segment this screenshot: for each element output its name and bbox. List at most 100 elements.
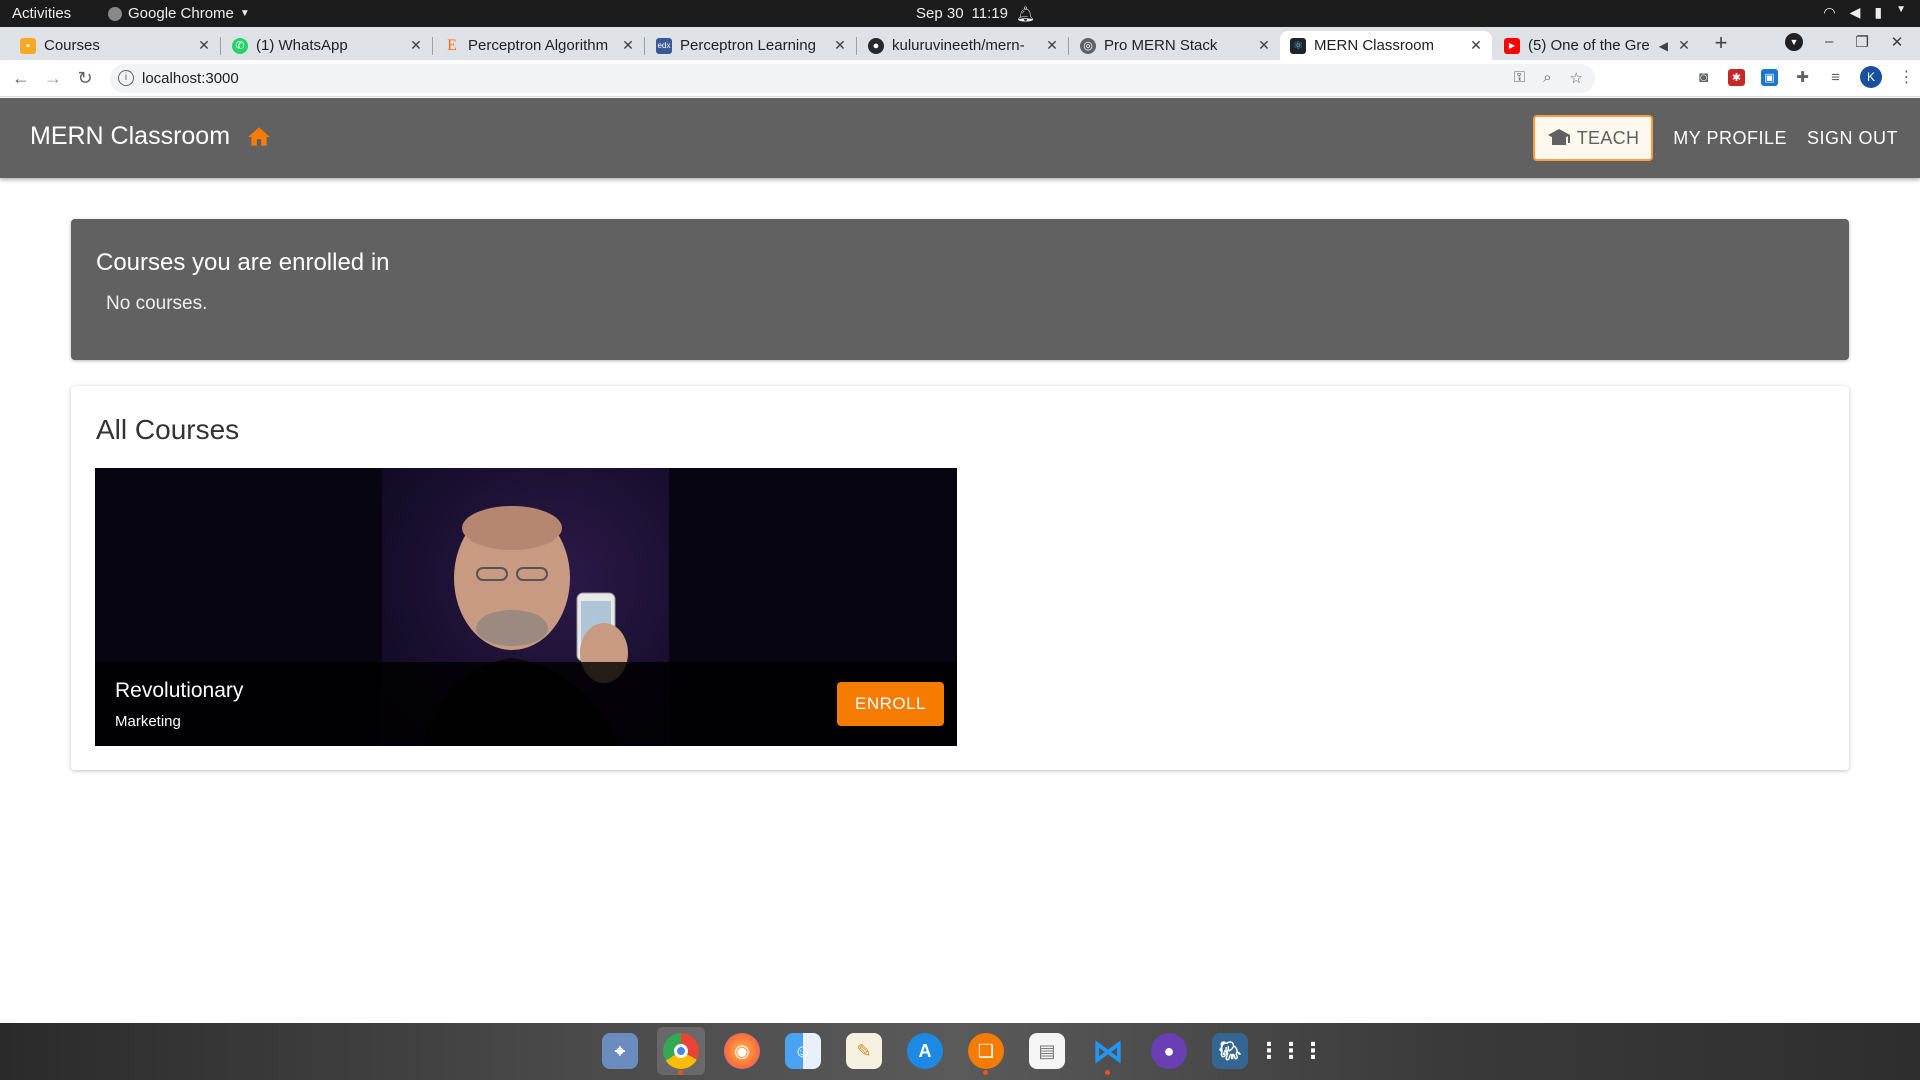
tab-search-icon[interactable]: ▼ (1785, 33, 1803, 51)
speaker-icon[interactable]: ◀︎ (1659, 39, 1668, 53)
school-icon (1547, 129, 1570, 145)
address-bar-url[interactable]: localhost:3000 (142, 70, 239, 87)
reading-list-icon[interactable]: ≡ (1827, 69, 1844, 86)
sign-out-link[interactable]: SIGN OUT (1807, 128, 1898, 149)
app-menu-label: Google Chrome (128, 5, 234, 22)
address-bar[interactable]: i localhost:3000 ⚿ ⌕ ☆ (110, 64, 1595, 93)
tab-title: Perceptron Algorithm (468, 37, 609, 54)
tab-separator (856, 37, 857, 55)
tab-whatsapp[interactable]: ✆ (1) WhatsApp ✕ (222, 31, 433, 60)
whatsapp-favicon: ✆ (232, 37, 248, 54)
back-arrow-icon[interactable]: ← (9, 66, 33, 90)
app-menu[interactable]: Google Chrome ▼ (108, 5, 250, 22)
camera-icon[interactable]: ◙ (1695, 69, 1712, 86)
system-top-bar: Activities Google Chrome ▼ Sep 30 11:19 … (0, 0, 1920, 27)
omnibox-icons: ⚿ ⌕ ☆ (1514, 69, 1583, 87)
tab-mern-classroom[interactable]: ⚛ MERN Classroom ✕ (1280, 31, 1492, 60)
all-courses-card: All Courses Revolutionary Marketing ENRO… (71, 386, 1849, 770)
tab-separator (644, 37, 645, 55)
firefox-icon[interactable]: ◉ (718, 1027, 766, 1075)
battery-icon: ▮ (1874, 4, 1883, 20)
text-editor-icon[interactable]: ▤ (1023, 1027, 1071, 1075)
extensions-area: ◙ ✱ ▣ ✚ ≡ K ⋮ (1695, 66, 1915, 88)
close-icon[interactable]: ✕ (1674, 37, 1694, 54)
minimize-icon[interactable]: – (1825, 33, 1833, 51)
close-icon[interactable]: ✕ (830, 37, 850, 54)
globe-favicon: ◎ (1080, 37, 1096, 54)
forward-arrow-icon[interactable]: → (41, 66, 65, 90)
menu-kebab-icon[interactable]: ⋮ (1898, 69, 1915, 86)
close-icon[interactable]: ✕ (1042, 37, 1062, 54)
enrolled-courses-panel: Courses you are enrolled in No courses. (71, 219, 1849, 360)
course-category: Marketing (115, 713, 181, 730)
edx-favicon: edx (656, 37, 672, 54)
close-icon[interactable]: ✕ (406, 37, 426, 54)
notes-icon[interactable]: ✎ (840, 1027, 888, 1075)
github-favicon: ● (868, 37, 884, 54)
close-icon[interactable]: ✕ (194, 37, 214, 54)
finder-icon[interactable]: ☺ (779, 1027, 827, 1075)
react-favicon: ⚛ (1290, 37, 1306, 54)
tab-title: (5) One of the Gre (1528, 37, 1650, 54)
tab-perceptron-learning[interactable]: edx Perceptron Learning ✕ (646, 31, 857, 60)
tab-pro-mern-stack[interactable]: ◎ Pro MERN Stack ✕ (1070, 31, 1280, 60)
tab-youtube[interactable]: ▶ (5) One of the Gre ◀︎ ✕ (1494, 31, 1700, 60)
restore-icon[interactable]: ❐ (1855, 33, 1868, 51)
tab-courses[interactable]: ▪ Courses ✕ (10, 31, 221, 60)
caret-down-icon: ▼ (1896, 4, 1906, 15)
extension-icon[interactable]: ▣ (1761, 68, 1778, 86)
info-icon[interactable]: i (118, 70, 134, 86)
all-courses-heading: All Courses (96, 414, 240, 445)
chrome-icon[interactable] (657, 1027, 705, 1075)
books-icon[interactable]: ❑ (962, 1027, 1010, 1075)
brand: MERN Classroom (30, 122, 272, 151)
wifi-icon: ◠ (1823, 4, 1836, 20)
close-window-icon[interactable]: ✕ (1891, 33, 1904, 51)
close-icon[interactable]: ✕ (1254, 37, 1274, 54)
app-nav: TEACH MY PROFILE SIGN OUT (1532, 115, 1898, 161)
zoom-icon[interactable]: ⌕ (1543, 69, 1551, 87)
teach-button[interactable]: TEACH (1532, 115, 1654, 161)
tab-title: Perceptron Learning (680, 37, 816, 54)
profile-avatar[interactable]: K (1860, 66, 1882, 88)
youtube-favicon: ▶ (1504, 37, 1520, 54)
system-tray[interactable]: ◠ ◀︎ ▮ ▼ (1823, 4, 1906, 21)
dock-apps: ⌖ ◉ ☺ ✎ A ❑ ▤ ⋈ ● 🐘︎ ⋮⋮⋮ (596, 1027, 1324, 1075)
course-tile[interactable]: Revolutionary Marketing ENROLL (95, 468, 957, 746)
tab-perceptron-algorithm[interactable]: E Perceptron Algorithm ✕ (434, 31, 645, 60)
activities-button[interactable]: Activities (12, 5, 71, 22)
running-indicator (983, 1070, 988, 1075)
tab-separator (220, 37, 221, 55)
tab-github[interactable]: ● kuluruvineeth/mern- ✕ (858, 31, 1069, 60)
home-icon[interactable] (246, 124, 272, 150)
my-profile-link[interactable]: MY PROFILE (1673, 128, 1787, 149)
extensions-puzzle-icon[interactable]: ✚ (1794, 69, 1811, 86)
screenshot-tool-icon[interactable]: ⌖ (596, 1027, 644, 1075)
window-controls: ▼ – ❐ ✕ (1785, 33, 1903, 51)
enroll-button[interactable]: ENROLL (837, 682, 944, 726)
reload-icon[interactable]: ↻ (73, 66, 97, 90)
courses-favicon: ▪ (20, 37, 36, 54)
app-bar: MERN Classroom TEACH MY PROFILE SIGN OUT (0, 98, 1920, 178)
app-grid-icon[interactable]: ⋮⋮⋮ (1258, 1027, 1324, 1075)
puzzle-extension-icon[interactable]: ✱ (1728, 68, 1745, 86)
running-indicator (1105, 1070, 1110, 1075)
postgres-icon[interactable]: 🐘︎ (1206, 1027, 1254, 1075)
chrome-small-icon (108, 6, 122, 21)
key-icon[interactable]: ⚿ (1514, 69, 1525, 87)
vscode-icon[interactable]: ⋈ (1084, 1027, 1132, 1075)
tab-title: (1) WhatsApp (256, 37, 348, 54)
tab-separator (432, 37, 433, 55)
bell-icon: 🔔︎ (1015, 6, 1036, 23)
close-icon[interactable]: ✕ (618, 37, 638, 54)
new-tab-button[interactable]: + (1708, 31, 1734, 57)
app-store-icon[interactable]: A (901, 1027, 949, 1075)
clock[interactable]: Sep 30 11:19 🔔︎ (916, 5, 1035, 23)
teach-label: TEACH (1576, 127, 1640, 148)
github-desktop-icon[interactable]: ● (1145, 1027, 1193, 1075)
close-icon[interactable]: ✕ (1466, 37, 1486, 54)
e-favicon: E (447, 36, 457, 54)
star-icon[interactable]: ☆ (1570, 69, 1583, 87)
tab-title: kuluruvineeth/mern- (892, 37, 1025, 54)
course-title: Revolutionary (115, 679, 244, 702)
